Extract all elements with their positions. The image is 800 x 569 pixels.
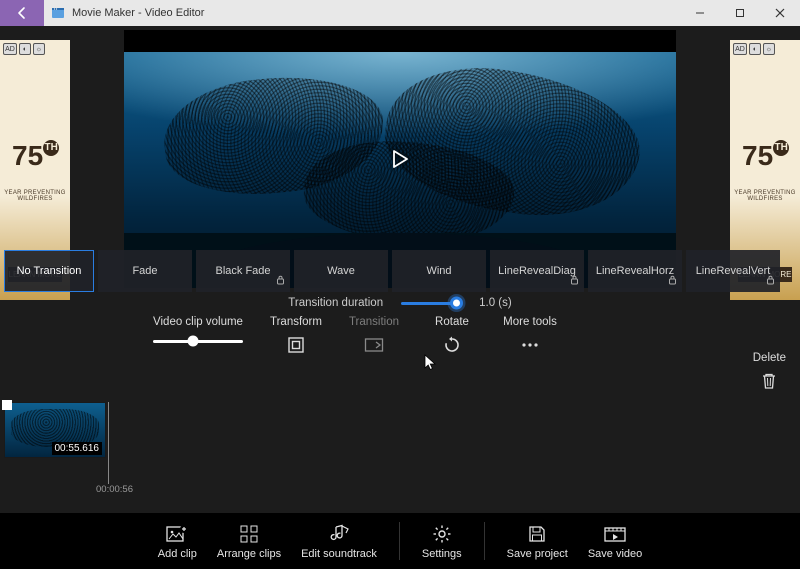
add-clip-icon [164, 523, 190, 545]
slider-thumb[interactable] [450, 297, 463, 310]
tool-label: More tools [503, 316, 557, 328]
play-button[interactable] [385, 144, 415, 174]
transition-label: LineRevealHorz [596, 265, 674, 277]
transition-tool[interactable]: Transition [344, 316, 404, 356]
transition-icon [363, 334, 385, 356]
add-clip-button[interactable]: Add clip [150, 523, 205, 560]
lock-icon [766, 275, 775, 288]
clip-duration: 00:55.616 [52, 442, 103, 455]
ad-logo: 75TH [12, 140, 59, 172]
volume-slider[interactable] [153, 334, 243, 348]
transition-duration-row: Transition duration 1.0 (s) [124, 296, 676, 310]
duration-slider[interactable] [401, 296, 461, 310]
playhead-time: 00:00:56 [96, 484, 133, 495]
timeline[interactable]: 00:55.616 00:00:56 [0, 402, 800, 492]
lock-icon [570, 275, 579, 288]
more-icon [519, 334, 541, 356]
tool-label: Edit soundtrack [301, 548, 377, 560]
ad-info-icon: ◐ [19, 43, 31, 55]
tool-label: Transform [270, 316, 322, 328]
lock-icon [276, 275, 285, 288]
close-button[interactable] [760, 0, 800, 26]
bottom-toolbar: Add clip Arrange clips Edit soundtrack S… [0, 513, 800, 569]
save-icon [524, 523, 550, 545]
minimize-button[interactable] [680, 0, 720, 26]
transition-item-linerevealvert[interactable]: LineRevealVert [686, 250, 780, 292]
app-window: Movie Maker - Video Editor AD ◐ ☼ 75TH Y… [0, 0, 800, 569]
arrange-icon [236, 523, 262, 545]
maximize-button[interactable] [720, 0, 760, 26]
clip-tools-row: Video clip volume Transform Transition R… [120, 316, 680, 356]
minimize-icon [695, 8, 705, 18]
arrow-left-icon [14, 5, 30, 21]
volume-tool: Video clip volume [148, 316, 248, 348]
tool-label: Save project [507, 548, 568, 560]
lock-icon [668, 275, 677, 288]
mouse-cursor [424, 354, 438, 375]
volume-label: Video clip volume [153, 316, 243, 328]
tool-label: Settings [422, 548, 462, 560]
save-video-icon [602, 523, 628, 545]
transition-item-blackfade[interactable]: Black Fade [196, 250, 290, 292]
maximize-icon [735, 8, 745, 18]
tool-label: Rotate [435, 316, 469, 328]
save-project-button[interactable]: Save project [499, 523, 576, 560]
clip-marker-icon [2, 400, 12, 410]
transition-item-wind[interactable]: Wind [392, 250, 486, 292]
transition-label: No Transition [17, 265, 82, 277]
tool-label: Add clip [158, 548, 197, 560]
trash-icon [758, 370, 780, 392]
transition-label: Black Fade [215, 265, 270, 277]
play-icon [391, 149, 409, 169]
transition-item-linerevealdiag[interactable]: LineRevealDiag [490, 250, 584, 292]
app-icon [50, 5, 66, 21]
soundtrack-icon [326, 523, 352, 545]
editor-body: AD ◐ ☼ 75TH YEAR PREVENTING WILDFIRES LE… [0, 26, 800, 513]
slider-thumb[interactable] [188, 336, 199, 347]
transition-label: Wave [327, 265, 355, 277]
transition-label: LineRevealVert [696, 265, 771, 277]
ad-badge-icon: AD [733, 43, 747, 55]
timeline-clip[interactable]: 00:55.616 [4, 402, 106, 458]
rotate-tool[interactable]: Rotate [422, 316, 482, 356]
playhead[interactable] [108, 402, 109, 484]
tool-label: Save video [588, 548, 642, 560]
back-button[interactable] [0, 0, 44, 26]
delete-tool[interactable]: Delete [753, 352, 786, 392]
transition-item-wave[interactable]: Wave [294, 250, 388, 292]
transition-item-linerevealhorz[interactable]: LineRevealHorz [588, 250, 682, 292]
ad-logo: 75TH [742, 140, 789, 172]
transition-label: LineRevealDiag [498, 265, 576, 277]
ad-info-icon: ◐ [749, 43, 761, 55]
gear-icon [429, 523, 455, 545]
close-icon [775, 8, 785, 18]
transform-tool[interactable]: Transform [266, 316, 326, 356]
tool-label: Transition [349, 316, 399, 328]
save-video-button[interactable]: Save video [580, 523, 650, 560]
separator [399, 522, 400, 560]
titlebar: Movie Maker - Video Editor [0, 0, 800, 26]
ad-subtitle: YEAR PREVENTING WILDFIRES [3, 190, 67, 202]
ad-badge-icon: AD [3, 43, 17, 55]
ad-subtitle: YEAR PREVENTING WILDFIRES [733, 190, 797, 202]
tool-label: Arrange clips [217, 548, 281, 560]
more-tools[interactable]: More tools [500, 316, 560, 356]
transition-list: No Transition Fade Black Fade Wave Wind … [0, 250, 800, 292]
transform-icon [285, 334, 307, 356]
ad-settings-icon: ☼ [33, 43, 45, 55]
tool-label: Delete [753, 352, 786, 364]
transition-item-none[interactable]: No Transition [4, 250, 94, 292]
transition-item-fade[interactable]: Fade [98, 250, 192, 292]
duration-value: 1.0 (s) [479, 297, 512, 309]
arrange-clips-button[interactable]: Arrange clips [209, 523, 289, 560]
settings-button[interactable]: Settings [414, 523, 470, 560]
transition-label: Fade [132, 265, 157, 277]
transition-label: Wind [426, 265, 451, 277]
duration-label: Transition duration [288, 297, 383, 309]
separator [484, 522, 485, 560]
app-title: Movie Maker - Video Editor [72, 7, 204, 19]
ad-settings-icon: ☼ [763, 43, 775, 55]
edit-soundtrack-button[interactable]: Edit soundtrack [293, 523, 385, 560]
rotate-icon [441, 334, 463, 356]
